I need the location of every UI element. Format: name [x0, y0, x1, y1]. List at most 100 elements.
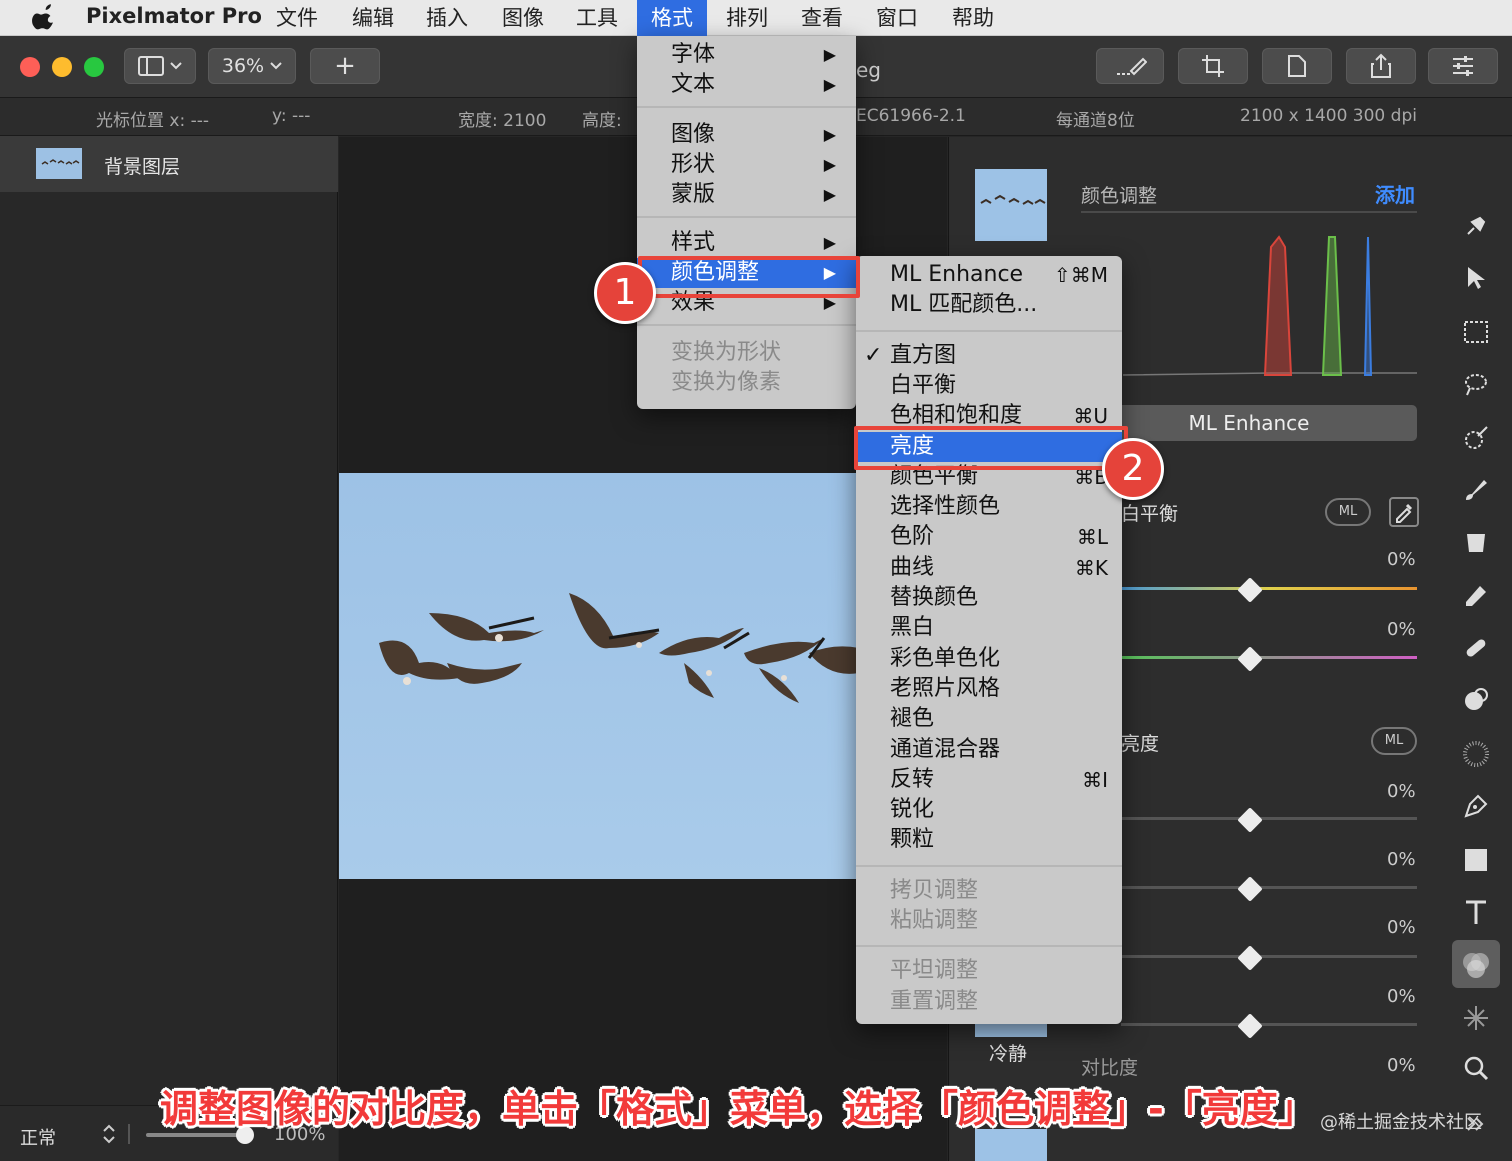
- tint-slider[interactable]: [1121, 656, 1417, 659]
- temperature-slider-knob[interactable]: [1237, 577, 1263, 603]
- bandage-icon[interactable]: [1462, 634, 1490, 662]
- zoom-window-button[interactable]: [84, 57, 104, 77]
- apple-icon[interactable]: [32, 2, 56, 32]
- blend-mode-select[interactable]: 正常: [20, 1124, 56, 1150]
- color-adjust-menu-item[interactable]: 选择性颜色: [856, 492, 1122, 522]
- color-adjust-menu-item[interactable]: ML 匹配颜色...: [856, 290, 1122, 320]
- canvas-image[interactable]: [339, 473, 859, 879]
- bit-depth-readout: 每通道8位: [1056, 111, 1135, 131]
- layer-thumbnail: [36, 148, 82, 179]
- ml-badge-button[interactable]: ML: [1325, 498, 1371, 526]
- paint-brush-icon[interactable]: [1462, 476, 1490, 504]
- eyedropper-button[interactable]: [1389, 497, 1419, 527]
- menu-4[interactable]: 图像: [488, 0, 558, 36]
- color-adjust-menu-item[interactable]: 彩色单色化: [856, 644, 1122, 674]
- blur-icon[interactable]: [1462, 740, 1490, 768]
- color-adjust-tool-button[interactable]: [1452, 940, 1500, 988]
- temperature-slider[interactable]: [1121, 587, 1417, 590]
- color-adjust-menu-item[interactable]: 颗粒: [856, 825, 1122, 855]
- format-menu-item[interactable]: 字体 ▶: [637, 40, 856, 70]
- preset-thumbnail[interactable]: [975, 1129, 1047, 1161]
- zoom-select[interactable]: 36%: [208, 48, 296, 84]
- close-window-button[interactable]: [20, 57, 40, 77]
- tint-slider-knob[interactable]: [1237, 646, 1263, 672]
- color-adjust-menu-item[interactable]: 替换颜色: [856, 583, 1122, 613]
- menu-6[interactable]: 格式: [637, 0, 707, 36]
- paint-bucket-icon[interactable]: [1462, 528, 1490, 556]
- sidebar-toggle-button[interactable]: [124, 48, 196, 84]
- shadows-slider-knob[interactable]: [1237, 945, 1263, 971]
- format-menu-item[interactable]: 图像 ▶: [637, 120, 856, 150]
- color-adjust-menu-item[interactable]: ✓ 直方图: [856, 341, 1122, 371]
- color-adjust-menu-item[interactable]: 褪色: [856, 704, 1122, 734]
- shortcut-label: ⌘K: [1074, 555, 1108, 580]
- white-balance-label[interactable]: 白平衡: [1121, 499, 1178, 526]
- format-menu-item[interactable]: 蒙版 ▶: [637, 180, 856, 210]
- menu-item-label: 样式: [671, 230, 716, 255]
- layer-row[interactable]: 背景图层: [0, 136, 338, 192]
- format-menu-item[interactable]: 形状 ▶: [637, 150, 856, 180]
- color-adjust-menu-item[interactable]: 曲线 ⌘K: [856, 553, 1122, 583]
- preset-thumbnail[interactable]: [975, 169, 1047, 241]
- color-adjust-menu-item[interactable]: 通道混合器: [856, 735, 1122, 765]
- add-adjustment-button[interactable]: 添加: [1375, 179, 1415, 208]
- color-adjust-menu-item[interactable]: 黑白: [856, 613, 1122, 643]
- menu-3[interactable]: 插入: [412, 0, 482, 36]
- color-adjust-menu-item[interactable]: 反转 ⌘I: [856, 765, 1122, 795]
- black-point-slider[interactable]: [1121, 1023, 1417, 1026]
- lasso-icon[interactable]: [1462, 370, 1490, 398]
- ml-badge-button[interactable]: ML: [1371, 727, 1417, 755]
- rect-select-icon[interactable]: [1462, 318, 1490, 346]
- color-adjust-menu-item[interactable]: 老照片风格: [856, 674, 1122, 704]
- adjustments-button[interactable]: [1428, 48, 1498, 84]
- clone-stamp-icon[interactable]: [1462, 686, 1490, 714]
- highlights-slider-knob[interactable]: [1237, 876, 1263, 902]
- new-document-button[interactable]: [1262, 48, 1332, 84]
- pin-icon[interactable]: [1462, 212, 1490, 240]
- black-point-slider-knob[interactable]: [1237, 1013, 1263, 1039]
- menu-10[interactable]: 帮助: [938, 0, 1008, 36]
- color-adjust-menu-item[interactable]: 白平衡: [856, 371, 1122, 401]
- app-name[interactable]: Pixelmator Pro: [86, 4, 262, 28]
- shadows-value: 0%: [1387, 917, 1416, 938]
- eraser-icon[interactable]: [1462, 582, 1490, 610]
- magic-wand-icon[interactable]: [1462, 424, 1490, 452]
- pen-icon[interactable]: [1462, 792, 1490, 820]
- text-icon[interactable]: [1462, 898, 1490, 926]
- highlight-box-2: [854, 426, 1128, 470]
- submenu-arrow-icon: ▶: [823, 155, 836, 174]
- exposure-value: 0%: [1387, 781, 1416, 802]
- updown-chevron-icon[interactable]: [102, 1124, 116, 1144]
- share-button[interactable]: [1346, 48, 1416, 84]
- ml-enhance-button[interactable]: ML Enhance: [1081, 405, 1417, 441]
- quick-selection-button[interactable]: [1096, 48, 1164, 84]
- minimize-window-button[interactable]: [52, 57, 72, 77]
- submenu-arrow-icon: ▶: [823, 75, 836, 94]
- color-adjust-menu-item[interactable]: 色阶 ⌘L: [856, 522, 1122, 552]
- menu-5[interactable]: 工具: [562, 0, 632, 36]
- exposure-slider[interactable]: [1121, 817, 1417, 820]
- menu-8[interactable]: 查看: [787, 0, 857, 36]
- brightness-section-label[interactable]: 亮度: [1121, 729, 1159, 756]
- exposure-slider-knob[interactable]: [1237, 807, 1263, 833]
- arrow-pointer-icon[interactable]: [1462, 264, 1490, 292]
- effects-sparkle-icon[interactable]: [1462, 1004, 1490, 1032]
- menu-2[interactable]: 编辑: [338, 0, 408, 36]
- divider: [128, 1124, 130, 1144]
- format-menu-item[interactable]: 样式 ▶: [637, 228, 856, 258]
- preset-label[interactable]: 冷静: [989, 1039, 1027, 1066]
- menu-7[interactable]: 排列: [712, 0, 782, 36]
- shadows-slider[interactable]: [1121, 955, 1417, 958]
- crop-button[interactable]: [1178, 48, 1248, 84]
- sliders-icon: [1453, 56, 1473, 76]
- rectangle-shape-icon[interactable]: [1462, 846, 1490, 874]
- color-adjust-menu-item[interactable]: 锐化: [856, 795, 1122, 825]
- add-button[interactable]: +: [310, 48, 380, 84]
- highlights-slider[interactable]: [1121, 886, 1417, 889]
- search-icon[interactable]: [1462, 1054, 1490, 1082]
- menu-9[interactable]: 窗口: [862, 0, 932, 36]
- color-adjust-menu-item[interactable]: ML Enhance ⇧⌘M: [856, 260, 1122, 290]
- opacity-slider[interactable]: [146, 1133, 246, 1137]
- menu-1[interactable]: 文件: [262, 0, 332, 36]
- format-menu-item[interactable]: 文本 ▶: [637, 70, 856, 100]
